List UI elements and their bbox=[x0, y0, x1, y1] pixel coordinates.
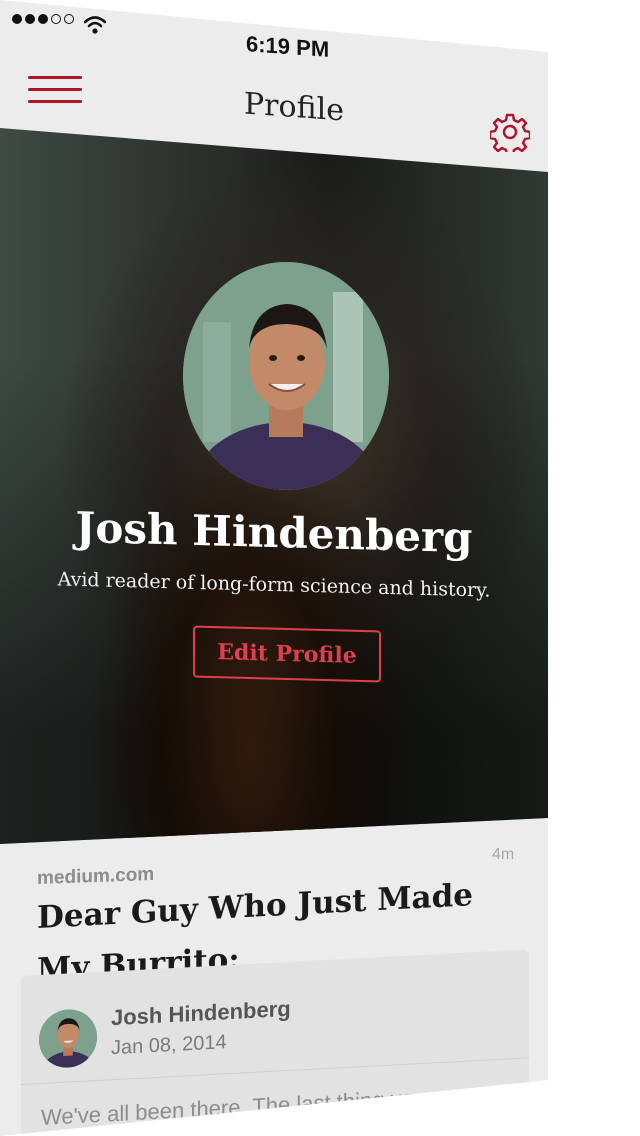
edit-profile-button[interactable]: Edit Profile bbox=[193, 625, 381, 683]
phone-screen: 6:19 PM Profile Josh Hindenberg Avid rea… bbox=[0, 0, 548, 1136]
post-date: Jan 08, 2014 bbox=[111, 1031, 227, 1060]
article-excerpt: We've all been there. The last thing you… bbox=[41, 1082, 479, 1130]
gear-icon[interactable] bbox=[490, 112, 530, 152]
signal-dot-empty bbox=[64, 14, 74, 24]
divider bbox=[21, 1057, 529, 1085]
page-title: Profile bbox=[244, 86, 344, 129]
author-block: Josh Hindenberg Jan 08, 2014 We've all b… bbox=[21, 949, 529, 1136]
status-time: 6:19 PM bbox=[246, 31, 330, 62]
signal-dot bbox=[38, 14, 48, 24]
signal-dot bbox=[25, 14, 35, 24]
signal-strength-icon bbox=[12, 14, 74, 24]
author-name[interactable]: Josh Hindenberg bbox=[111, 996, 291, 1031]
avatar-portrait bbox=[183, 262, 389, 490]
hamburger-menu-icon[interactable] bbox=[28, 74, 82, 106]
profile-header: Josh Hindenberg Avid reader of long-form… bbox=[0, 128, 548, 844]
author-avatar-portrait bbox=[39, 1008, 97, 1070]
feed-card[interactable]: 4m medium.com Dear Guy Who Just Made My … bbox=[0, 846, 548, 1136]
signal-dot bbox=[12, 14, 22, 24]
post-age: 4m bbox=[492, 846, 515, 863]
signal-dot-empty bbox=[51, 14, 61, 24]
author-avatar[interactable] bbox=[39, 1008, 97, 1070]
avatar bbox=[183, 262, 389, 490]
wifi-icon bbox=[84, 16, 106, 34]
